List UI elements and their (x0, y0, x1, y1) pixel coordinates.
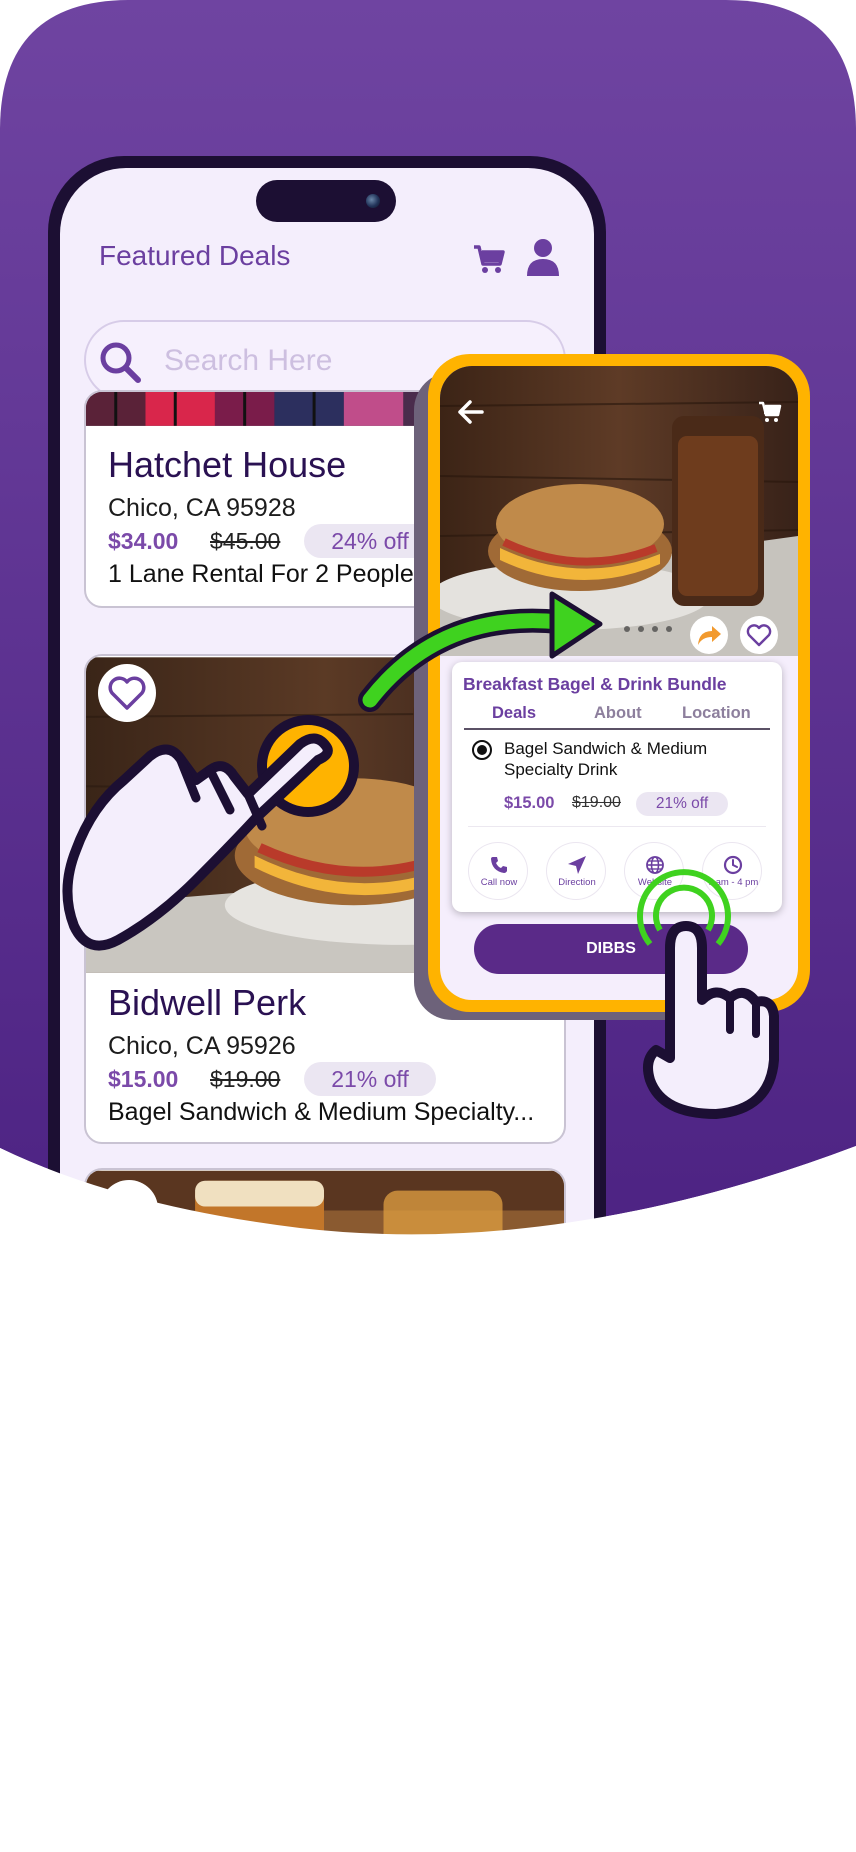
call-now-button[interactable]: Call now (468, 842, 528, 900)
deal-option-name: Bagel Sandwich & Medium Specialty Drink (504, 739, 708, 779)
deal-radio-button[interactable] (472, 740, 492, 760)
tab-divider (464, 728, 770, 730)
dibbs-button[interactable]: DIBBS (474, 924, 748, 974)
direction-button[interactable]: Direction (546, 842, 606, 900)
deal-info-card: Breakfast Bagel & Drink Bundle Deals Abo… (452, 662, 782, 912)
carousel-dot[interactable] (666, 626, 672, 632)
deal-detail-panel: Breakfast Bagel & Drink Bundle Deals Abo… (428, 354, 810, 1012)
heart-icon (746, 624, 772, 647)
tab-location[interactable]: Location (682, 704, 751, 723)
discount-badge: 21% off (304, 1062, 436, 1096)
deal-price: $15.00 (108, 1066, 179, 1092)
deal-detail-screen: Breakfast Bagel & Drink Bundle Deals Abo… (440, 366, 798, 1000)
tab-about[interactable]: About (594, 704, 642, 723)
tab-deals[interactable]: Deals (492, 704, 536, 723)
page-title: Featured Deals (99, 240, 291, 271)
back-arrow-icon[interactable] (452, 394, 492, 430)
divider (468, 826, 766, 827)
deal-price: $34.00 (108, 528, 179, 554)
original-price: $19.00 (572, 794, 621, 811)
carousel-dot[interactable] (652, 626, 658, 632)
deal-title: Breakfast Bagel & Drink Bundle (463, 674, 727, 694)
favorite-button[interactable] (98, 664, 156, 722)
share-button[interactable] (690, 616, 728, 654)
globe-icon (646, 856, 664, 874)
heart-icon (108, 676, 146, 710)
deal-price: $15.00 (504, 794, 555, 812)
dynamic-island (256, 180, 396, 222)
clock-icon (723, 855, 743, 875)
user-icon[interactable] (526, 238, 560, 276)
cart-icon[interactable] (472, 242, 506, 276)
action-label: 7 am - 4 pm (707, 877, 759, 888)
bagel-photo (440, 366, 798, 656)
share-icon (698, 626, 721, 645)
carousel-dot[interactable] (638, 626, 644, 632)
beer-photo (86, 1170, 564, 1344)
cart-icon[interactable] (758, 400, 782, 424)
favorite-button[interactable] (100, 1180, 158, 1238)
promo-screenshot: Featured Deals Search Here Hatchet House… (0, 0, 856, 1852)
venue-location: Chico, CA 95926 (108, 1032, 296, 1060)
navigation-arrow-icon (568, 856, 586, 874)
deal-card[interactable] (84, 1168, 566, 1344)
deal-description: Bagel Sandwich & Medium Specialty... (108, 1098, 535, 1126)
venue-location: Chico, CA 95928 (108, 494, 296, 522)
venue-name: Bidwell Perk (108, 982, 307, 1023)
deal-description: 1 Lane Rental For 2 People (108, 560, 414, 588)
original-price: $19.00 (210, 1066, 281, 1092)
original-price: $45.00 (210, 528, 281, 554)
carousel-dot[interactable] (624, 626, 630, 632)
discount-badge: 21% off (636, 792, 728, 816)
website-button[interactable]: Website (624, 842, 684, 900)
search-icon (100, 342, 141, 383)
favorite-button[interactable] (740, 616, 778, 654)
phone-icon (491, 857, 507, 873)
venue-name: Hatchet House (108, 444, 347, 485)
hours-button[interactable]: 7 am - 4 pm (702, 842, 762, 900)
camera-icon (366, 194, 380, 208)
